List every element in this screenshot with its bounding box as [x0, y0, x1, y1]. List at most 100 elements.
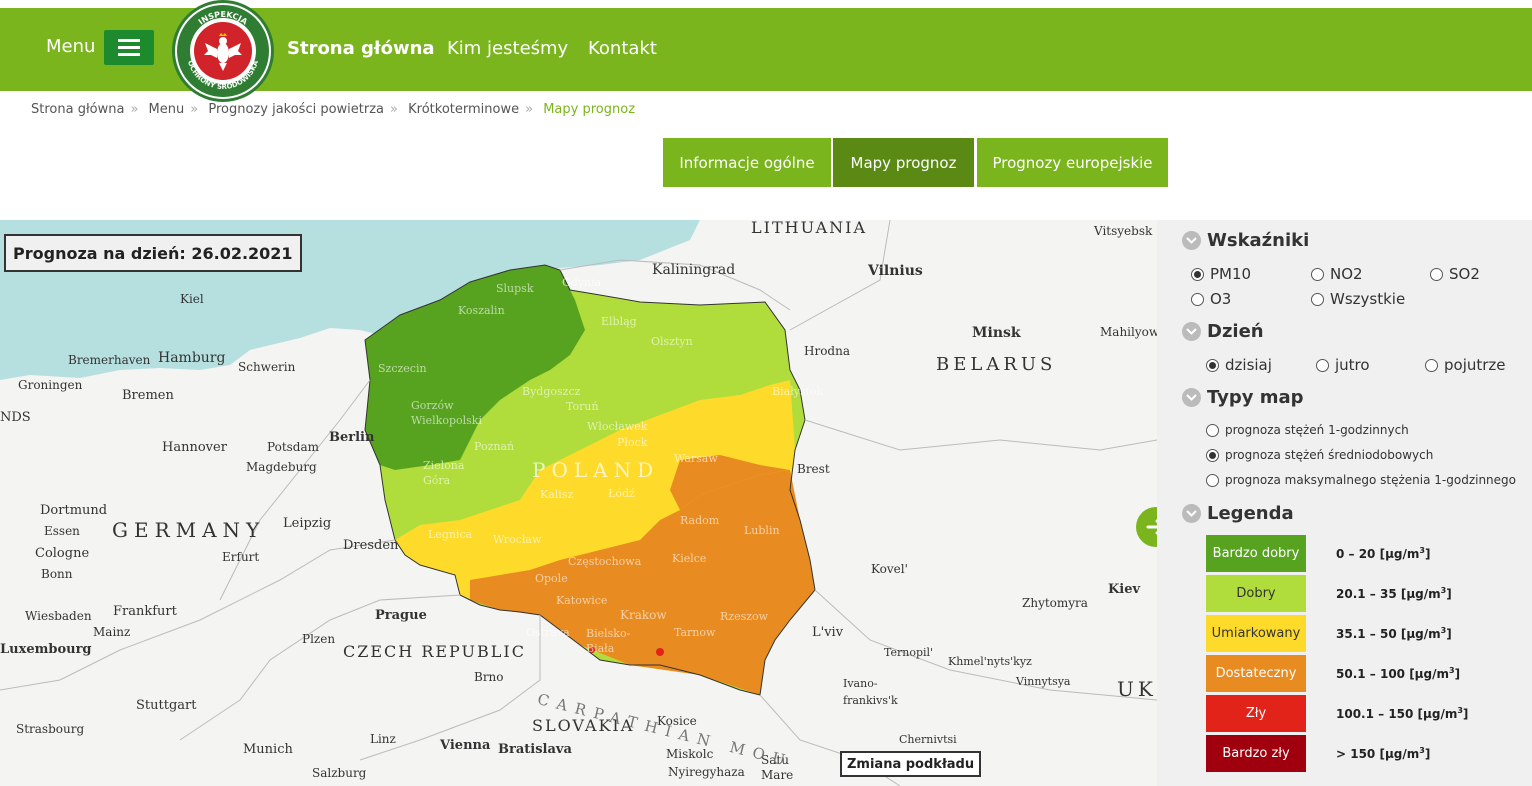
breadcrumb-forecasts[interactable]: Prognozy jakości powietrza	[208, 102, 384, 117]
map-label-belarus: BELARUS	[936, 354, 1057, 375]
map-label-brest: Brest	[797, 462, 830, 476]
legend-swatch: Bardzo dobry	[1206, 535, 1306, 572]
map-label-vilnius: Vilnius	[868, 263, 923, 279]
gios-logo[interactable]: INSPEKCJA OCHRONY ŚRODOWISKA	[172, 0, 274, 102]
section-legend-title: Legenda	[1207, 503, 1294, 524]
section-map-types-title: Typy map	[1207, 387, 1304, 408]
legend-range: 35.1 – 50 [µg/m3]	[1336, 626, 1452, 641]
legend-swatch: Dostateczny	[1206, 655, 1306, 692]
nav-about[interactable]: Kim jesteśmy	[447, 38, 568, 59]
map-label-mahilyow: Mahilyow	[1100, 325, 1157, 339]
forecast-date-box: Prognoza na dzień: 26.02.2021	[4, 234, 302, 272]
breadcrumb: Strona główna» Menu» Prognozy jakości po…	[31, 102, 636, 117]
radio-today[interactable]: dzisiaj	[1206, 356, 1272, 374]
map-label-opole: Opole	[535, 572, 568, 585]
map-label-bielsko-biala: Bielsko-Biała	[586, 627, 631, 655]
map-label-magdeburg: Magdeburg	[246, 460, 317, 474]
radio-no2[interactable]: NO2	[1311, 265, 1363, 283]
radio-label: prognoza stężeń średniodobowych	[1225, 448, 1434, 462]
basemap-change-button[interactable]: Zmiana podkładu	[840, 751, 982, 777]
map-label-bydgoszcz: Bydgoszcz	[522, 385, 581, 398]
map-label-chernivtsi: Chernivtsi	[899, 733, 957, 746]
radio-dot	[1425, 358, 1438, 372]
radio-max-hourly[interactable]: prognoza maksymalnego stężenia 1-godzinn…	[1206, 473, 1516, 487]
map-label-minsk: Minsk	[972, 325, 1021, 341]
map-label-ukraine: UK	[1117, 677, 1157, 701]
tab-forecast-maps[interactable]: Mapy prognoz	[833, 138, 974, 187]
hamburger-icon-bar	[118, 53, 140, 56]
radio-dot	[1191, 267, 1204, 281]
radio-label: O3	[1210, 290, 1232, 308]
nav-contact[interactable]: Kontakt	[588, 38, 657, 59]
map-label-wiesbaden: Wiesbaden	[25, 609, 92, 623]
map-label-leipzig: Leipzig	[283, 516, 332, 531]
tab-european-forecasts[interactable]: Prognozy europejskie	[977, 138, 1168, 187]
map-label-poznan: Poznań	[474, 440, 515, 453]
section-indicators-header[interactable]: Wskaźniki	[1182, 230, 1309, 251]
map-label-erfurt: Erfurt	[222, 550, 260, 564]
hamburger-menu-button[interactable]	[104, 30, 154, 65]
section-map-types-header[interactable]: Typy map	[1182, 387, 1304, 408]
map-label-groningen: Groningen	[18, 378, 83, 392]
hamburger-icon-bar	[118, 46, 140, 49]
radio-label: pojutrze	[1444, 356, 1506, 374]
radio-all[interactable]: Wszystkie	[1311, 290, 1405, 308]
radio-hourly[interactable]: prognoza stężeń 1-godzinnych	[1206, 423, 1409, 437]
radio-dot	[1206, 448, 1219, 462]
map-label-stuttgart: Stuttgart	[136, 698, 197, 713]
section-legend-header[interactable]: Legenda	[1182, 503, 1294, 524]
map-label-linz: Linz	[370, 732, 396, 746]
breadcrumb-short-term[interactable]: Krótkoterminowe	[408, 102, 519, 117]
logo-ring-text: INSPEKCJA OCHRONY ŚRODOWISKA	[177, 5, 269, 97]
map-label-gorzow: Gorzów Wielkopolski	[411, 399, 482, 427]
map-label-bonn: Bonn	[41, 567, 73, 581]
map-label-cologne: Cologne	[35, 546, 90, 561]
map-label-netherlands: NDS	[0, 410, 31, 425]
menu-label[interactable]: Menu	[46, 36, 95, 57]
map-label-strasbourg: Strasbourg	[16, 722, 85, 736]
map-label-koszalin: Koszalin	[458, 304, 505, 317]
legend-swatch: Zły	[1206, 695, 1306, 732]
map-label-kalisz: Kalisz	[540, 488, 574, 501]
legend-swatch: Bardzo zły	[1206, 735, 1306, 772]
map-label-hamburg: Hamburg	[158, 350, 226, 366]
map-label-germany: GERMANY	[112, 518, 266, 542]
breadcrumb-home[interactable]: Strona główna	[31, 102, 124, 117]
radio-tomorrow[interactable]: jutro	[1316, 356, 1370, 374]
radio-o3[interactable]: O3	[1191, 290, 1231, 308]
radio-day-after[interactable]: pojutrze	[1425, 356, 1506, 374]
map-label-schwerin: Schwerin	[238, 360, 296, 374]
map-label-hannover: Hannover	[162, 440, 227, 455]
map-label-lviv: L'viv	[812, 625, 844, 640]
map-label-kiev: Kiev	[1108, 582, 1141, 597]
map-label-lithuania: LITHUANIA	[751, 220, 867, 237]
radio-so2[interactable]: SO2	[1430, 265, 1480, 283]
map-label-zhytomyr: Zhytomyra	[1022, 596, 1088, 610]
map-label-czestochowa: Częstochowa	[568, 555, 642, 568]
map-label-lublin: Lublin	[744, 524, 780, 537]
chevron-down-icon	[1182, 231, 1201, 250]
map-label-ostrava: Ostrava	[526, 626, 570, 639]
forecast-map[interactable]: LITHUANIA Kaliningrad Vilnius Vitsyebsk …	[0, 220, 1157, 786]
breadcrumb-menu[interactable]: Menu	[149, 102, 185, 117]
radio-dot	[1430, 267, 1443, 281]
tab-general-info[interactable]: Informacje ogólne	[663, 138, 831, 187]
map-label-slupsk: Slupsk	[496, 282, 534, 295]
section-day-title: Dzień	[1207, 321, 1264, 342]
map-label-tarnow: Tarnow	[674, 626, 716, 639]
map-label-warsaw: Warsaw	[674, 452, 718, 465]
legend-range: 0 – 20 [µg/m3]	[1336, 546, 1431, 561]
map-label-ternopil: Ternopil'	[884, 646, 934, 659]
map-label-lodz: Łódź	[608, 487, 635, 500]
radio-pm10[interactable]: PM10	[1191, 265, 1251, 283]
map-label-legnica: Legnica	[428, 528, 473, 541]
map-label-munich: Munich	[243, 742, 293, 757]
map-label-plock: Płock	[617, 436, 648, 449]
map-label-luxembourg: Luxembourg	[0, 642, 92, 657]
radio-daily-average[interactable]: prognoza stężeń średniodobowych	[1206, 448, 1433, 462]
map-label-poland: POLAND	[532, 458, 660, 482]
legend-range: 50.1 – 100 [µg/m3]	[1336, 666, 1461, 681]
section-day-header[interactable]: Dzień	[1182, 321, 1264, 342]
nav-home[interactable]: Strona główna	[287, 38, 435, 59]
legend-range: 100.1 – 150 [µg/m3]	[1336, 706, 1469, 721]
